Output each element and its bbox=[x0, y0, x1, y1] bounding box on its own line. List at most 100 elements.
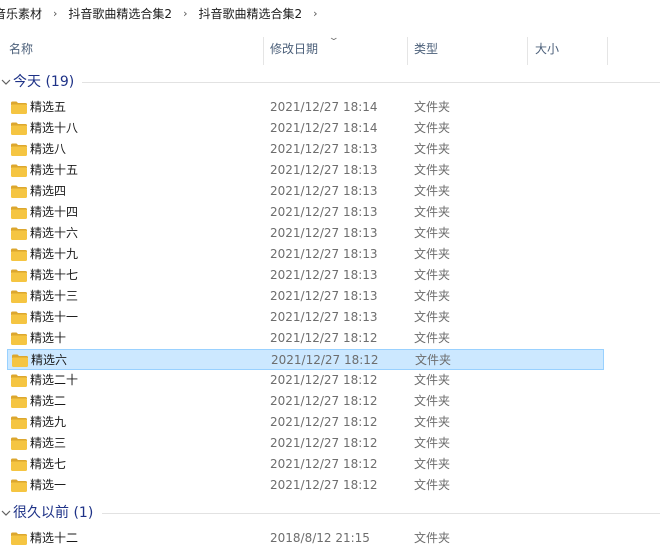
folder-icon bbox=[10, 268, 28, 283]
column-header-modified[interactable]: 修改日期 bbox=[270, 30, 318, 66]
file-row[interactable]: 精选十九 2021/12/27 18:13 文件夹 bbox=[7, 244, 604, 265]
file-type: 文件夹 bbox=[414, 226, 451, 240]
file-name: 精选二 bbox=[30, 394, 67, 408]
file-type: 文件夹 bbox=[414, 310, 451, 324]
file-type: 文件夹 bbox=[414, 247, 451, 261]
folder-icon bbox=[10, 310, 28, 325]
folder-icon bbox=[10, 226, 28, 241]
file-modified-date: 2018/8/12 21:15 bbox=[270, 531, 370, 545]
folder-icon bbox=[10, 142, 28, 157]
folder-icon bbox=[10, 163, 28, 178]
group-divider bbox=[102, 513, 660, 514]
file-name: 精选十八 bbox=[30, 121, 79, 135]
file-type: 文件夹 bbox=[414, 100, 451, 114]
file-row[interactable]: 精选五 2021/12/27 18:14 文件夹 bbox=[7, 97, 604, 118]
file-name: 精选五 bbox=[30, 100, 67, 114]
file-modified-date: 2021/12/27 18:12 bbox=[270, 478, 378, 492]
column-header-size[interactable]: 大小 bbox=[535, 30, 559, 66]
breadcrumb-item[interactable]: 抖音歌曲精选合集2 bbox=[66, 5, 174, 22]
file-modified-date: 2021/12/27 18:14 bbox=[270, 100, 378, 114]
file-modified-date: 2021/12/27 18:13 bbox=[270, 163, 378, 177]
file-name: 精选八 bbox=[30, 142, 67, 156]
folder-icon bbox=[10, 100, 28, 115]
folder-icon bbox=[10, 289, 28, 304]
file-modified-date: 2021/12/27 18:12 bbox=[270, 373, 378, 387]
file-row[interactable]: 精选十 2021/12/27 18:12 文件夹 bbox=[7, 328, 604, 349]
group-header[interactable]: 今天 (19) bbox=[0, 71, 660, 93]
file-row[interactable]: 精选十一 2021/12/27 18:13 文件夹 bbox=[7, 307, 604, 328]
file-type: 文件夹 bbox=[414, 394, 451, 408]
file-name: 精选十六 bbox=[30, 226, 79, 240]
file-row[interactable]: 精选十四 2021/12/27 18:13 文件夹 bbox=[7, 202, 604, 223]
file-name: 精选十五 bbox=[30, 163, 79, 177]
file-name: 精选十九 bbox=[30, 247, 79, 261]
group-header[interactable]: 很久以前 (1) bbox=[0, 502, 660, 524]
file-name: 精选一 bbox=[30, 478, 67, 492]
file-type: 文件夹 bbox=[414, 142, 451, 156]
file-row[interactable]: 精选四 2021/12/27 18:13 文件夹 bbox=[7, 181, 604, 202]
file-row[interactable]: 精选三 2021/12/27 18:12 文件夹 bbox=[7, 433, 604, 454]
file-modified-date: 2021/12/27 18:12 bbox=[270, 394, 378, 408]
group-title: 今天 (19) bbox=[13, 74, 75, 90]
file-type: 文件夹 bbox=[414, 436, 451, 450]
file-row[interactable]: 精选十三 2021/12/27 18:13 文件夹 bbox=[7, 286, 604, 307]
folder-icon bbox=[10, 394, 28, 409]
folder-icon bbox=[11, 353, 29, 368]
file-type: 文件夹 bbox=[414, 121, 451, 135]
file-row[interactable]: 精选二十 2021/12/27 18:12 文件夹 bbox=[7, 370, 604, 391]
folder-icon bbox=[10, 184, 28, 199]
folder-icon bbox=[10, 478, 28, 493]
file-type: 文件夹 bbox=[414, 531, 451, 545]
file-modified-date: 2021/12/27 18:13 bbox=[270, 205, 378, 219]
file-row[interactable]: 精选七 2021/12/27 18:12 文件夹 bbox=[7, 454, 604, 475]
column-header-row: 名称 ⌄ 修改日期 类型 大小 bbox=[0, 30, 660, 66]
file-type: 文件夹 bbox=[414, 163, 451, 177]
file-name: 精选十三 bbox=[30, 289, 79, 303]
file-modified-date: 2021/12/27 18:14 bbox=[270, 121, 378, 135]
file-row[interactable]: 精选十二 2018/8/12 21:15 文件夹 bbox=[7, 528, 604, 549]
file-row[interactable]: 精选二 2021/12/27 18:12 文件夹 bbox=[7, 391, 604, 412]
column-divider[interactable] bbox=[607, 37, 608, 65]
file-modified-date: 2021/12/27 18:12 bbox=[270, 436, 378, 450]
chevron-down-icon[interactable] bbox=[0, 71, 12, 93]
breadcrumb-item[interactable]: 抖音歌曲精选合集2 bbox=[196, 5, 304, 22]
file-type: 文件夹 bbox=[414, 478, 451, 492]
file-name: 精选三 bbox=[30, 436, 67, 450]
file-name: 精选十七 bbox=[30, 268, 79, 282]
file-modified-date: 2021/12/27 18:13 bbox=[270, 142, 378, 156]
file-modified-date: 2021/12/27 18:12 bbox=[270, 331, 378, 345]
file-row[interactable]: 精选六 2021/12/27 18:12 文件夹 bbox=[7, 349, 604, 370]
file-type: 文件夹 bbox=[414, 205, 451, 219]
file-row[interactable]: 精选十五 2021/12/27 18:13 文件夹 bbox=[7, 160, 604, 181]
file-name: 精选四 bbox=[30, 184, 67, 198]
folder-icon bbox=[10, 121, 28, 136]
chevron-down-icon[interactable] bbox=[0, 502, 12, 524]
file-row[interactable]: 精选一 2021/12/27 18:12 文件夹 bbox=[7, 475, 604, 496]
file-type: 文件夹 bbox=[414, 268, 451, 282]
file-row[interactable]: 精选八 2021/12/27 18:13 文件夹 bbox=[7, 139, 604, 160]
column-divider[interactable] bbox=[263, 37, 264, 65]
file-modified-date: 2021/12/27 18:13 bbox=[270, 247, 378, 261]
group-divider bbox=[82, 82, 660, 83]
folder-icon bbox=[10, 531, 28, 546]
file-row[interactable]: 精选九 2021/12/27 18:12 文件夹 bbox=[7, 412, 604, 433]
column-header-type[interactable]: 类型 bbox=[414, 30, 438, 66]
file-row[interactable]: 精选十七 2021/12/27 18:13 文件夹 bbox=[7, 265, 604, 286]
file-row[interactable]: 精选十八 2021/12/27 18:14 文件夹 bbox=[7, 118, 604, 139]
breadcrumb-separator-icon[interactable]: › bbox=[174, 7, 196, 20]
breadcrumb-separator-icon[interactable]: › bbox=[304, 7, 326, 20]
breadcrumb-separator-icon[interactable]: › bbox=[44, 7, 66, 20]
file-modified-date: 2021/12/27 18:12 bbox=[270, 457, 378, 471]
file-type: 文件夹 bbox=[414, 184, 451, 198]
breadcrumb-item[interactable]: 音乐素材 bbox=[0, 5, 44, 22]
file-type: 文件夹 bbox=[414, 289, 451, 303]
folder-icon bbox=[10, 373, 28, 388]
column-header-name[interactable]: 名称 bbox=[9, 30, 33, 66]
file-row[interactable]: 精选十六 2021/12/27 18:13 文件夹 bbox=[7, 223, 604, 244]
group-title: 很久以前 (1) bbox=[13, 505, 94, 521]
column-divider[interactable] bbox=[527, 37, 528, 65]
file-name: 精选九 bbox=[30, 415, 67, 429]
file-name: 精选十二 bbox=[30, 531, 79, 545]
file-modified-date: 2021/12/27 18:13 bbox=[270, 184, 378, 198]
column-divider[interactable] bbox=[407, 37, 408, 65]
